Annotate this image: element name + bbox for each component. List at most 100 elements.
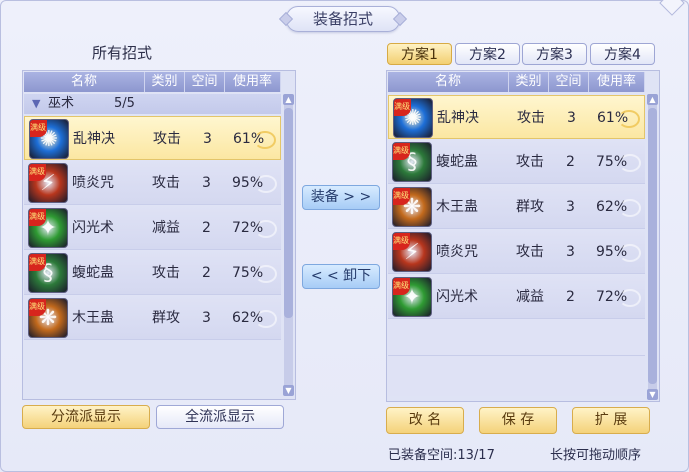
rename-button[interactable]: 改 名 [386,407,464,434]
flame-rune-icon: ⚡ 满级 [392,232,432,272]
skill-space: 3 [566,244,575,260]
scroll-thumb[interactable] [284,108,293,318]
green-flash-icon: ✦ 满级 [28,208,68,248]
green-flash-icon: ✦ 满级 [392,277,432,317]
right-scrollbar[interactable]: ▲ ▼ [647,94,658,400]
skill-row[interactable]: ❋ 满级 木王蛊 群攻 3 62% [24,296,281,340]
wood-king-icon: ❋ 满级 [28,298,68,338]
skill-space: 2 [566,289,575,305]
skill-row[interactable]: ✦ 满级 闪光术 减益 2 72% [24,206,281,250]
skill-row[interactable]: ⚡ 满级 喷炎咒 攻击 3 95% [388,230,645,274]
max-level-badge: 满级 [393,188,410,205]
skill-category: 群攻 [516,199,544,215]
skill-name: 木王蛊 [72,310,114,326]
scroll-down-icon[interactable]: ▼ [647,389,658,400]
swirl-decoration-icon [619,199,641,217]
tab-plan-1[interactable]: 方案1 [387,43,452,65]
unequip-button[interactable]: < < 卸下 [302,264,380,289]
skill-name: 乱神决 [437,110,479,126]
swirl-decoration-icon [255,220,277,238]
tab-plan-3[interactable]: 方案3 [522,43,587,65]
swirl-decoration-icon [618,110,640,128]
skill-space: 3 [202,175,211,191]
tab-plan-4[interactable]: 方案4 [590,43,655,65]
show-by-school-button[interactable]: 分流派显示 [22,405,150,429]
skill-name: 木王蛊 [436,199,478,215]
skill-space: 3 [566,199,575,215]
skill-name: 乱神决 [73,131,115,147]
serpent-icon: § 满级 [28,253,68,293]
skill-space: 2 [202,265,211,281]
equip-button[interactable]: 装备 > > [302,185,380,210]
flame-rune-icon: ⚡ 满级 [28,163,68,203]
empty-slot-2 [388,356,645,396]
skill-row[interactable]: ✦ 满级 闪光术 减益 2 72% [388,275,645,319]
skill-category: 攻击 [517,110,545,126]
skill-name: 闪光术 [72,220,114,236]
skill-space: 3 [202,310,211,326]
skill-category: 减益 [152,220,180,236]
skill-space: 2 [566,154,575,170]
skill-row[interactable]: ✺ 满级 乱神决 攻击 3 61% [388,95,645,139]
skill-space: 2 [202,220,211,236]
skill-space: 3 [567,110,576,126]
left-table-header: 名称 类别 空间 使用率 [24,72,281,92]
column-rate: 使用率 [589,72,645,92]
group-row-witchcraft[interactable]: ▼ 巫术 5/5 [24,94,281,114]
equipped-space-text: 已装备空间:13/17 [388,448,495,463]
ice-burst-icon: ✺ 满级 [393,98,433,138]
swirl-decoration-icon [619,244,641,262]
skill-category: 减益 [516,289,544,305]
right-table-header: 名称 类别 空间 使用率 [388,72,645,92]
skill-name: 喷炎咒 [72,175,114,191]
section-title-all-skills: 所有招式 [92,44,153,62]
skill-row[interactable]: ✺ 满级 乱神决 攻击 3 61% [24,116,281,160]
save-button[interactable]: 保 存 [479,407,557,434]
skill-category: 群攻 [152,310,180,326]
max-level-badge: 满级 [394,99,411,116]
column-name: 名称 [24,72,145,92]
column-rate: 使用率 [225,72,281,92]
skill-row[interactable]: § 满级 蝮蛇蛊 攻击 2 75% [24,251,281,295]
max-level-badge: 满级 [29,164,46,181]
left-scrollbar[interactable]: ▲ ▼ [283,94,294,396]
skill-row[interactable]: ⚡ 满级 喷炎咒 攻击 3 95% [24,161,281,205]
skill-name: 蝮蛇蛊 [72,265,114,281]
skill-name: 闪光术 [436,289,478,305]
window-title: 装备招式 [286,6,400,32]
skill-category: 攻击 [153,131,181,147]
column-space: 空间 [549,72,589,92]
skill-row[interactable]: § 满级 蝮蛇蛊 攻击 2 75% [388,140,645,184]
swirl-decoration-icon [619,289,641,307]
max-level-badge: 满级 [393,143,410,160]
max-level-badge: 满级 [29,254,46,271]
skill-name: 蝮蛇蛊 [436,154,478,170]
column-name: 名称 [388,72,509,92]
serpent-icon: § 满级 [392,142,432,182]
skill-category: 攻击 [152,175,180,191]
skill-category: 攻击 [152,265,180,281]
group-count: 5/5 [114,96,135,111]
scroll-up-icon[interactable]: ▲ [283,94,294,105]
scroll-thumb[interactable] [648,108,657,384]
max-level-badge: 满级 [393,233,410,250]
column-category: 类别 [509,72,549,92]
collapse-triangle-icon[interactable]: ▼ [32,94,40,114]
tab-plan-2[interactable]: 方案2 [455,43,520,65]
swirl-decoration-icon [255,265,277,283]
expand-button[interactable]: 扩 展 [572,407,650,434]
skill-name: 喷炎咒 [436,244,478,260]
scroll-down-icon[interactable]: ▼ [283,385,294,396]
swirl-decoration-icon [255,175,277,193]
skill-row[interactable]: ❋ 满级 木王蛊 群攻 3 62% [388,185,645,229]
scroll-up-icon[interactable]: ▲ [647,94,658,105]
max-level-badge: 满级 [29,209,46,226]
empty-slot-1 [388,319,645,356]
swirl-decoration-icon [619,154,641,172]
drag-hint-text: 长按可拖动顺序 [550,448,642,463]
column-category: 类别 [145,72,185,92]
wood-king-icon: ❋ 满级 [392,187,432,227]
skill-category: 攻击 [516,154,544,170]
swirl-decoration-icon [255,310,277,328]
show-all-schools-button[interactable]: 全流派显示 [156,405,284,429]
